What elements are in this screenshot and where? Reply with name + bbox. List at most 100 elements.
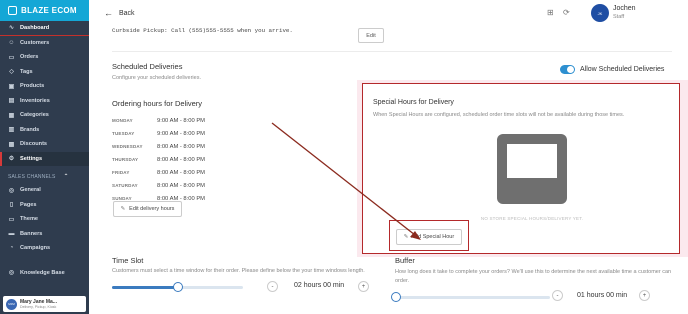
brands-icon: ▥ [8, 127, 15, 134]
scheduled-toggle-label: Allow Scheduled Deliveries [580, 66, 665, 73]
categories-icon: ▦ [8, 112, 15, 119]
discounts-icon: ▩ [8, 141, 15, 148]
sidebar-item-label: Categories [20, 112, 49, 119]
user-subtitle: Delivery, Pickup, Kiosk [20, 304, 57, 309]
sidebar-item-label: Settings [20, 155, 43, 162]
sidebar-item-brands[interactable]: ▥ Brands [0, 123, 89, 138]
products-icon: ▣ [8, 83, 15, 90]
edit-icon: ✎ [403, 234, 409, 240]
buffer-slider[interactable] [391, 292, 550, 302]
sales-channels-label: SALES CHANNELS [8, 173, 56, 180]
avatar[interactable]: JK [591, 4, 609, 22]
hours-day: THURSDAY [112, 157, 139, 162]
general-icon: ◎ [8, 187, 15, 194]
refresh-icon[interactable]: ⟳ [563, 8, 570, 17]
sidebar-item-knowledge-base[interactable]: ◎ Knowledge Base [0, 266, 89, 281]
theme-icon: ▭ [8, 216, 15, 223]
sidebar-item-pages[interactable]: ▯ Pages [0, 198, 89, 213]
sidebar-item-campaigns[interactable]: ◔ Campaigns [0, 241, 89, 256]
slider-handle[interactable] [172, 282, 183, 292]
sidebar-item-inventories[interactable]: ▤ Inventories [0, 94, 89, 109]
sidebar-item-discounts[interactable]: ▩ Discounts [0, 137, 89, 152]
sidebar-item-customers[interactable]: ☺ Customers [0, 36, 89, 51]
campaigns-icon: ◔ [9, 245, 14, 252]
hours-row: FRIDAY 8:00 AM - 8:00 PM [112, 166, 205, 179]
time-slot-title: Time Slot [112, 256, 144, 265]
sidebar-item-label: Campaigns [20, 245, 51, 252]
hours-time: 8:00 AM - 8:00 PM [157, 156, 206, 163]
user-card[interactable]: MJM Mary Jane Ma... Delivery, Pickup, Ki… [3, 296, 86, 312]
sidebar-item-label: Banners [20, 230, 43, 237]
divider [112, 51, 672, 52]
hours-day: MONDAY [112, 118, 133, 123]
sidebar-item-label: Dashboard [20, 24, 50, 31]
sidebar: BLAZE ECOM ∿ Dashboard ☺ Customers ▭ Orders ◇ T… [0, 0, 89, 314]
hours-time: 8:00 AM - 8:00 PM [157, 169, 206, 176]
edit-icon: ✎ [120, 206, 126, 212]
brand-logo[interactable]: BLAZE ECOM [0, 0, 89, 21]
avatar: MJM [6, 298, 17, 310]
hours-time: 8:00 AM - 8:00 PM [157, 182, 206, 189]
inbox-tray [507, 178, 557, 194]
sidebar-item-categories[interactable]: ▦ Categories [0, 108, 89, 123]
special-hours-subtitle: When Special Hours are configured, sched… [373, 112, 625, 118]
edit-delivery-hours-label: Edit delivery hours [129, 206, 175, 212]
pages-icon: ▯ [9, 202, 14, 209]
sidebar-item-orders[interactable]: ▭ Orders [0, 50, 89, 65]
sidebar-item-dashboard[interactable]: ∿ Dashboard [0, 21, 89, 36]
hours-row: MONDAY 9:00 AM - 8:00 PM [112, 114, 205, 127]
buffer-increment[interactable]: + [639, 290, 650, 301]
sidebar-item-settings[interactable]: ⚙ Settings [0, 151, 89, 166]
main-content: Curbside Pickup: Call (555)555-5555 when… [89, 27, 688, 314]
buffer-decrement[interactable]: - [552, 290, 563, 301]
ordering-hours-title: Ordering hours for Delivery [112, 99, 203, 108]
header-user-name[interactable]: Jochen [613, 5, 636, 12]
dashboard-icon: ∿ [8, 25, 15, 32]
user-name: Mary Jane Ma... [20, 298, 57, 305]
hours-time: 9:00 AM - 8:00 PM [157, 117, 206, 124]
ordering-hours-list: MONDAY 9:00 AM - 8:00 PM TUESDAY 9:00 AM - … [112, 114, 205, 205]
arrow-left-icon: ← [104, 8, 113, 18]
sidebar-item-products[interactable]: ▣ Products [0, 79, 89, 94]
time-slot-increment[interactable]: + [358, 281, 369, 292]
sidebar-item-tags[interactable]: ◇ Tags [0, 65, 89, 80]
add-special-hour-button[interactable]: ✎ Add Special Hour [396, 229, 462, 245]
buffer-value: 01 hours 00 min [577, 292, 628, 299]
settings-icon: ⚙ [8, 156, 15, 163]
buffer-title: Buffer [395, 256, 415, 265]
edit-button[interactable]: Edit [358, 28, 384, 43]
hours-day: FRIDAY [112, 170, 130, 175]
sales-channels-header[interactable]: SALES CHANNELS ⌃ [0, 170, 89, 183]
sidebar-item-label: General [20, 187, 41, 194]
sidebar-item-label: Pages [20, 201, 37, 208]
sidebar-item-label: Discounts [20, 141, 48, 148]
back-button[interactable]: ← Back [104, 8, 135, 18]
hours-time: 8:00 AM - 8:00 PM [157, 143, 206, 150]
sidebar-item-theme[interactable]: ▭ Theme [0, 212, 89, 227]
gift-icon[interactable]: ⊞ [547, 8, 554, 17]
scheduled-title: Scheduled Deliveries [112, 62, 183, 71]
sidebar-item-label: Tags [20, 68, 33, 75]
inbox-slot [507, 144, 557, 178]
empty-inbox-icon [497, 134, 567, 204]
tags-icon: ◇ [9, 69, 14, 76]
sidebar-item-banners[interactable]: ▬ Banners [0, 227, 89, 242]
hours-row: WEDNESDAY 8:00 AM - 8:00 PM [112, 140, 205, 153]
brand-name: BLAZE ECOM [21, 6, 77, 15]
hours-row: SATURDAY 8:00 AM - 8:00 PM [112, 179, 205, 192]
sidebar-item-label: Customers [20, 39, 50, 46]
edit-delivery-hours-button[interactable]: ✎ Edit delivery hours [113, 201, 182, 217]
sidebar-item-general[interactable]: ◎ General [0, 183, 89, 198]
sidebar-item-label: Knowledge Base [20, 269, 65, 276]
slider-handle[interactable] [391, 292, 401, 302]
back-label: Back [119, 9, 135, 17]
hours-row: TUESDAY 9:00 AM - 8:00 PM [112, 127, 205, 140]
time-slot-decrement[interactable]: - [267, 281, 278, 292]
customers-icon: ☺ [8, 39, 15, 46]
scheduled-toggle[interactable] [560, 65, 575, 74]
sidebar-item-label: Orders [20, 54, 39, 61]
time-slot-slider[interactable] [112, 282, 243, 292]
hours-day: TUESDAY [112, 131, 135, 136]
header-user-role: Staff [613, 14, 625, 20]
time-slot-value: 02 hours 00 min [294, 282, 345, 289]
